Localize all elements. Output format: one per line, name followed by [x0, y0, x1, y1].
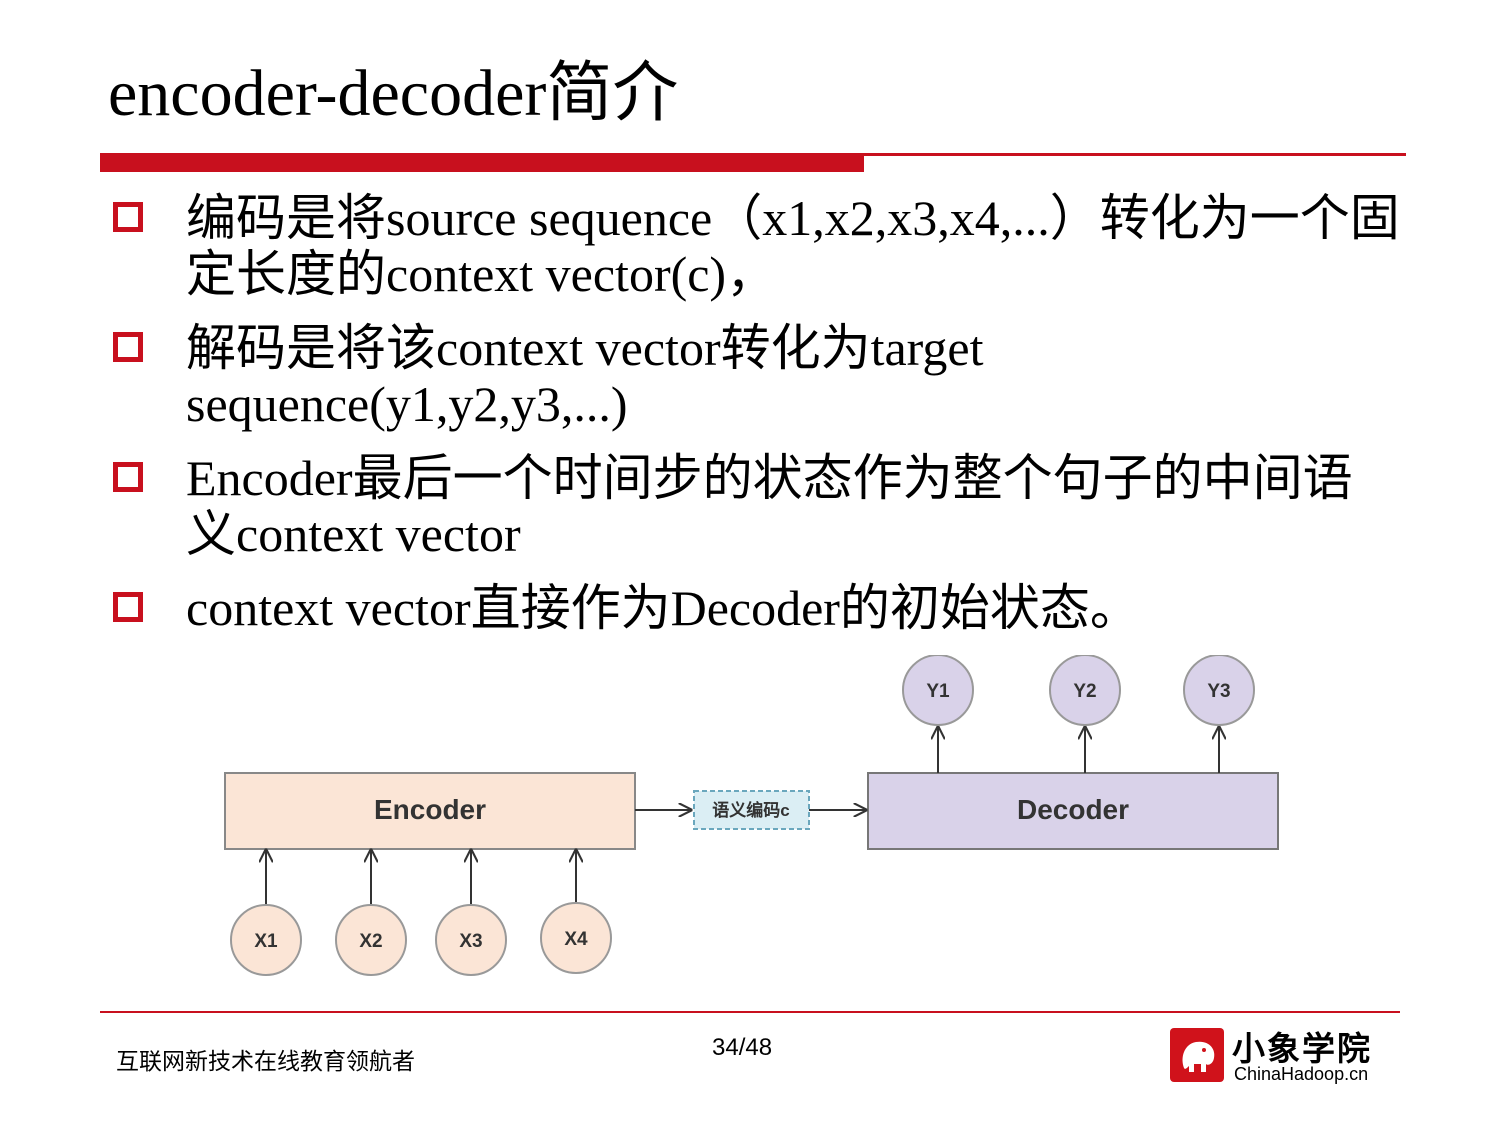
output-node: Y3: [1183, 655, 1255, 773]
context-vector-label: 语义编码c: [712, 800, 789, 820]
bullet-text: 编码是将source sequence（x1,x2,x3,x4,...）转化为一…: [186, 190, 1400, 302]
square-bullet-icon: [113, 462, 143, 492]
brand-logo: 小象学院 ChinaHadoop.cn: [1170, 1028, 1400, 1086]
output-label: Y2: [1073, 681, 1096, 702]
logo-name: 小象学院: [1232, 1029, 1372, 1068]
elephant-icon: [1170, 1028, 1224, 1082]
input-label: X3: [459, 931, 482, 952]
bullet-item: 解码是将该context vector转化为target sequence(y1…: [110, 320, 1400, 432]
page-number: 34/48: [712, 1034, 773, 1061]
bullet-text: context vector直接作为Decoder的初始状态。: [186, 580, 1140, 636]
input-node: X3: [435, 850, 507, 976]
bullet-item: context vector直接作为Decoder的初始状态。: [110, 580, 1400, 636]
bullet-item: Encoder最后一个时间步的状态作为整个句子的中间语义context vect…: [110, 450, 1400, 562]
encoder-decoder-diagram: Encoder Decoder 语义编码c X1 X2 X3 X4 Y1 Y2 …: [215, 655, 1305, 985]
logo-site: ChinaHadoop.cn: [1234, 1064, 1369, 1084]
square-bullet-icon: [113, 332, 143, 362]
footer-divider: [100, 1011, 1400, 1013]
bullet-text: 解码是将该context vector转化为target sequence(y1…: [186, 320, 984, 432]
square-bullet-icon: [113, 592, 143, 622]
input-label: X4: [564, 929, 588, 950]
footer-slogan: 互联网新技术在线教育领航者: [116, 1049, 415, 1075]
output-node: Y2: [1049, 655, 1121, 773]
bullet-list: 编码是将source sequence（x1,x2,x3,x4,...）转化为一…: [110, 190, 1400, 654]
input-label: X1: [254, 931, 278, 952]
diagram-svg: Encoder Decoder 语义编码c X1 X2 X3 X4 Y1 Y2 …: [224, 655, 1279, 976]
slide-title: encoder-decoder简介: [108, 57, 679, 130]
title-divider-thick: [100, 156, 864, 172]
square-bullet-icon: [113, 202, 143, 232]
output-label: Y3: [1207, 681, 1230, 702]
output-node: Y1: [902, 655, 974, 773]
input-node: X4: [540, 850, 612, 974]
input-node: X2: [335, 850, 407, 976]
bullet-text: Encoder最后一个时间步的状态作为整个句子的中间语义context vect…: [186, 450, 1353, 562]
input-node: X1: [230, 850, 302, 976]
input-label: X2: [359, 931, 382, 952]
encoder-label: Encoder: [374, 794, 486, 825]
decoder-label: Decoder: [1017, 794, 1129, 825]
bullet-item: 编码是将source sequence（x1,x2,x3,x4,...）转化为一…: [110, 190, 1400, 302]
output-label: Y1: [926, 681, 950, 702]
